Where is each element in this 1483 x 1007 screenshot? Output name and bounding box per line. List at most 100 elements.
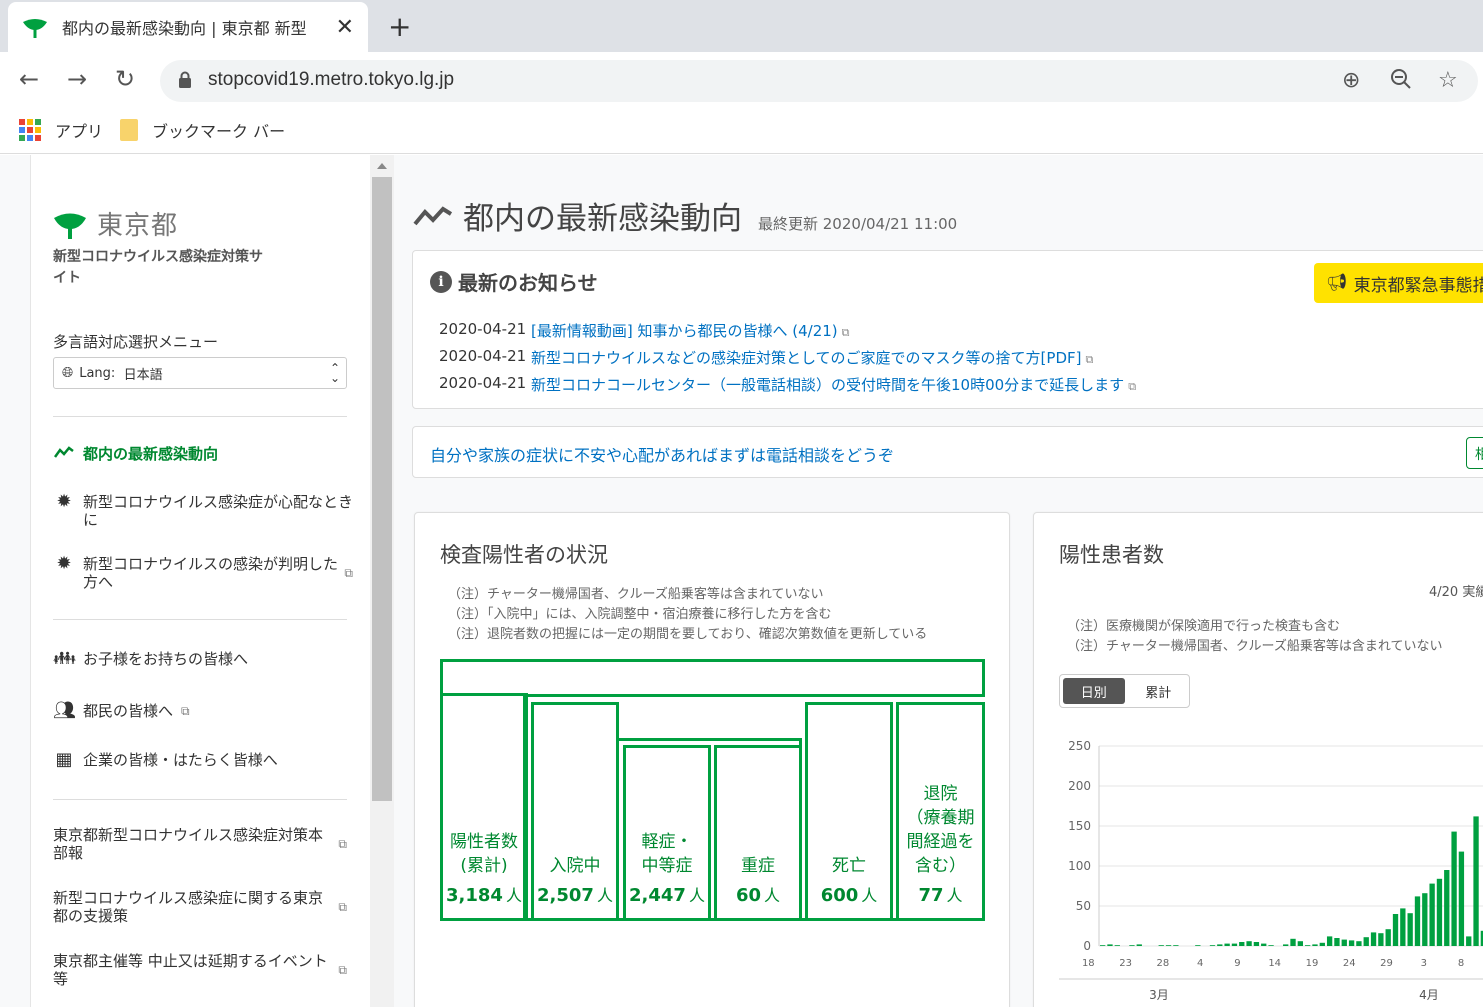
y-tick-label: 250 — [1068, 741, 1091, 753]
sidebar-scrollbar[interactable] — [370, 155, 394, 1007]
external-link-icon: ⧉ — [344, 566, 353, 580]
family-icon: 👪︎ — [53, 648, 76, 669]
apps-shortcut[interactable]: アプリ — [19, 118, 103, 142]
news-link[interactable]: [最新情報動画] 知事から都民の皆様へ (4/21) ⧉ — [531, 320, 850, 341]
data-bar — [1407, 913, 1413, 946]
data-bar — [1348, 940, 1355, 946]
y-tick-label: 50 — [1076, 899, 1091, 913]
browser-tab[interactable]: 都内の最新感染動向 | 東京都 新型 ✕ — [8, 2, 368, 52]
data-bar — [1195, 945, 1201, 946]
data-bar — [1268, 945, 1274, 946]
browser-toolbar: ← → ↻ stopcovid19.metro.tokyo.lg.jp ⊕ ☆ — [0, 52, 1483, 108]
status-hospitalized: 入院中 2,507 人 — [531, 702, 619, 921]
bookmark-star-icon[interactable]: ☆ — [1438, 68, 1458, 93]
external-link-icon: ⧉ — [1085, 353, 1094, 366]
page-header: 都内の最新感染動向 最終更新 2020/04/21 11:00 — [413, 193, 957, 238]
nav-events[interactable]: 東京都主催等 中止又は延期するイベント等 ⧉ — [53, 952, 347, 988]
status-label: 死亡 — [832, 856, 866, 876]
news-link[interactable]: 新型コロナコールセンター（一般電話相談）の受付時間を午後10時00分まで延長しま… — [531, 374, 1136, 395]
consultation-link[interactable]: 自分や家族の症状に不安や心配があればまずは電話相談をどうぞ — [430, 442, 894, 466]
lang-value: 日本語 — [123, 367, 163, 383]
data-bar — [1158, 945, 1164, 946]
tokyo-logo[interactable]: 東京都 — [53, 205, 178, 242]
emergency-measures-button[interactable]: 📢︎ 東京都緊急事態措 — [1314, 263, 1483, 303]
virus-icon: ✹ — [56, 491, 72, 512]
external-link-icon: ⧉ — [338, 963, 347, 977]
bookmark-folder[interactable]: ブックマーク バー — [120, 118, 285, 142]
select-arrows-icon: ⌃ ⌄ — [329, 361, 340, 385]
x-tick-label: 4 — [1197, 958, 1203, 969]
news-date: 2020-04-21 — [439, 320, 527, 338]
data-bar — [1466, 936, 1472, 946]
data-bar — [1385, 929, 1391, 946]
data-bar — [1370, 932, 1377, 946]
external-link-icon: ⧉ — [1128, 380, 1137, 393]
news-item: 2020-04-21 新型コロナウイルスなどの感染症対策としてのご家庭でのマスク… — [439, 347, 1093, 368]
trend-line-icon — [413, 205, 453, 225]
nav-label: 東京都新型コロナウイルス感染症対策本部報 — [53, 826, 324, 862]
data-bar — [1129, 945, 1135, 946]
back-icon[interactable]: ← — [14, 65, 44, 93]
toggle-daily[interactable]: 日別 — [1063, 678, 1125, 704]
nav-worried[interactable]: ✹ 新型コロナウイルス感染症が心配なときに — [53, 491, 354, 530]
data-bar — [1363, 937, 1369, 946]
tab-strip: 都内の最新感染動向 | 東京都 新型 ✕ + — [0, 0, 1483, 52]
toggle-cumulative[interactable]: 累計 — [1128, 675, 1190, 707]
data-bar — [1414, 896, 1421, 946]
status-note: （注）退院者数の把握には一定の期間を要しており、確認次第数値を更新している — [448, 627, 928, 642]
x-tick-label: 23 — [1119, 958, 1132, 969]
divider — [53, 619, 347, 620]
x-tick-label: 28 — [1156, 958, 1169, 969]
page-title: 都内の最新感染動向 — [463, 201, 742, 237]
forward-icon[interactable]: → — [62, 65, 92, 93]
x-tick-label: 24 — [1343, 958, 1356, 969]
news-heading-text: 最新のお知らせ — [458, 271, 598, 295]
nav-label: 新型コロナウイルス感染症が心配なときに — [83, 493, 354, 529]
nav-hq-report[interactable]: 東京都新型コロナウイルス感染症対策本部報 ⧉ — [53, 826, 347, 862]
status-discharged: 退院 （療養期間経過を含む） 77 人 — [896, 702, 985, 921]
scroll-up-icon[interactable] — [377, 163, 387, 169]
patients-card-title: 陽性患者数 — [1059, 543, 1164, 567]
nav-support[interactable]: 新型コロナウイルス感染症に関する東京都の支援策 ⧉ — [53, 889, 347, 925]
nav-companies[interactable]: ▦ 企業の皆様・はたらく皆様へ — [53, 749, 353, 770]
page-viewport: 東京都 新型コロナウイルス感染症対策サイト 多言語対応選択メニュー 🌐︎ Lan… — [0, 155, 1483, 1007]
x-tick-label: 3 — [1421, 958, 1427, 969]
lock-icon — [179, 71, 191, 88]
news-link[interactable]: 新型コロナウイルスなどの感染症対策としてのご家庭でのマスク等の捨て方[PDF] ⧉ — [531, 347, 1093, 368]
trend-line-icon — [53, 445, 75, 463]
nav-citizens[interactable]: 👥︎ 都民の皆様へ ⧉ — [53, 702, 353, 721]
folder-icon — [120, 119, 138, 141]
emergency-label: 東京都緊急事態措 — [1353, 275, 1483, 296]
zoom-in-icon[interactable]: ⊕ — [1342, 68, 1360, 93]
reload-icon[interactable]: ↻ — [110, 65, 140, 93]
nav-infected[interactable]: ✹ 新型コロナウイルスの感染が判明した方へ ⧉ — [53, 555, 353, 592]
status-value: 3,184 人 — [446, 885, 522, 906]
main-content: 都内の最新感染動向 最終更新 2020/04/21 11:00 i 最新のお知ら… — [395, 155, 1483, 1007]
status-label: （療養期間経過を含む） — [906, 808, 975, 876]
nav-latest-trends[interactable]: 都内の最新感染動向 — [53, 445, 353, 463]
zoom-out-icon[interactable] — [1390, 68, 1412, 96]
building-icon: ▦ — [55, 749, 73, 770]
lang-prefix: Lang: — [79, 365, 116, 381]
y-tick-label: 150 — [1068, 819, 1091, 833]
data-bar — [1312, 944, 1318, 946]
apps-grid-icon — [19, 119, 41, 141]
language-select[interactable]: 🌐︎ Lang: 日本語 ⌃ ⌄ — [53, 357, 347, 389]
consultation-button[interactable]: 相 — [1466, 437, 1483, 469]
patients-note: （注）医療機関が保険適用で行った検査も含む — [1067, 619, 1341, 634]
data-bar — [1283, 944, 1289, 946]
month-label: 4月 — [1419, 988, 1439, 1002]
status-value: 2,507 人 — [537, 885, 613, 906]
data-bar — [1173, 945, 1179, 946]
address-bar[interactable]: stopcovid19.metro.tokyo.lg.jp ⊕ ☆ — [160, 60, 1478, 102]
new-tab-icon[interactable]: + — [388, 10, 411, 43]
nav-parents[interactable]: 👪︎ お子様をお持ちの皆様へ — [53, 648, 353, 669]
close-tab-icon[interactable]: ✕ — [336, 15, 354, 40]
scroll-thumb[interactable] — [372, 177, 392, 801]
status-card-title: 検査陽性者の状況 — [440, 543, 608, 567]
divider — [53, 416, 347, 417]
data-bar — [1392, 914, 1399, 946]
status-note: （注）「入院中」には、入院調整中・宿泊療養に移行した方を含む — [448, 607, 832, 622]
status-value: 600 人 — [820, 885, 878, 906]
news-item: 2020-04-21 [最新情報動画] 知事から都民の皆様へ (4/21) ⧉ — [439, 320, 850, 341]
